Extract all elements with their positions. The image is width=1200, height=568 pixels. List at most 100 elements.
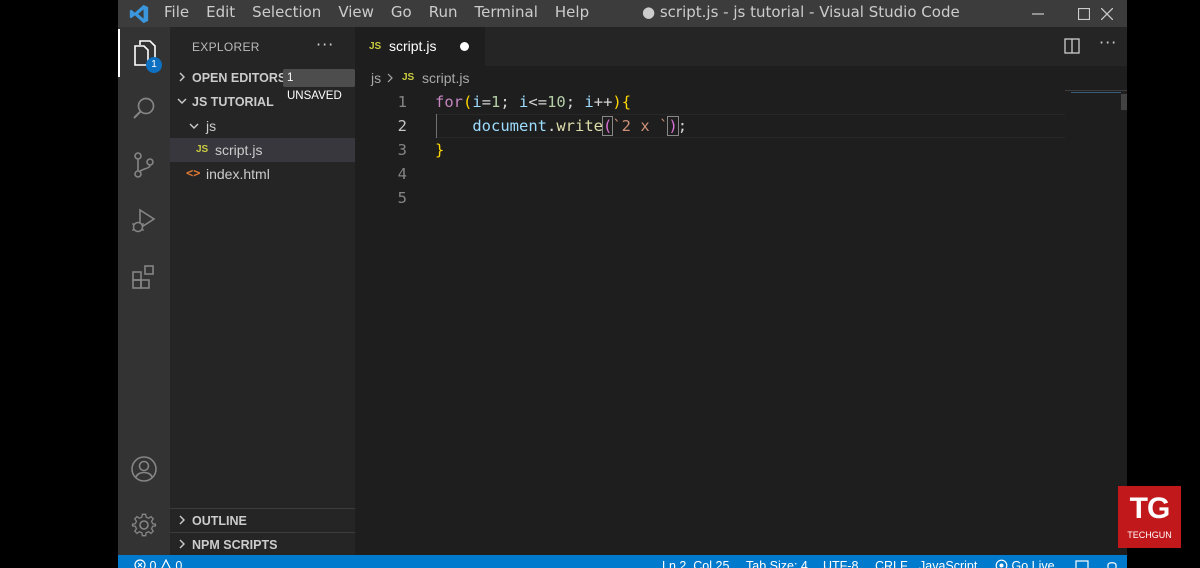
- menu-file[interactable]: File: [164, 3, 189, 21]
- npm-scripts-label: NPM SCRIPTS: [192, 538, 278, 552]
- editor-tab-bar: JS script.js ···: [355, 27, 1127, 66]
- menu-bar: File Edit Selection View Go Run Terminal…: [164, 3, 606, 21]
- file-label: index.html: [206, 166, 270, 182]
- vscode-window: File Edit Selection View Go Run Terminal…: [118, 0, 1127, 568]
- cursor-position[interactable]: Ln 2, Col 25: [662, 559, 729, 568]
- code-editor[interactable]: 1 2 3 4 5 for(i=1; i<=10; i++){ document…: [355, 90, 1127, 555]
- run-debug-icon: [132, 208, 156, 233]
- close-button[interactable]: [1087, 0, 1127, 27]
- activity-settings[interactable]: [118, 501, 170, 549]
- menu-go[interactable]: Go: [391, 3, 412, 21]
- error-count: 0: [149, 559, 157, 568]
- activity-search[interactable]: [118, 85, 170, 133]
- split-editor-icon[interactable]: [1064, 38, 1080, 54]
- techgun-logo: TG TECHGUN: [1118, 486, 1181, 548]
- warning-count: 0: [175, 559, 183, 568]
- tab-size[interactable]: Tab Size: 4: [746, 559, 808, 568]
- tree-file-index-html[interactable]: <> index.html: [170, 162, 355, 186]
- problems-status[interactable]: 0 0: [134, 558, 183, 568]
- activity-account[interactable]: [118, 445, 170, 493]
- tab-label: script.js: [389, 38, 437, 54]
- html-file-icon: <>: [186, 166, 201, 180]
- workspace-label: JS TUTORIAL: [192, 95, 274, 109]
- npm-scripts-section[interactable]: NPM SCRIPTS: [170, 533, 355, 557]
- settings-gear-icon: [131, 513, 157, 537]
- breadcrumb-file[interactable]: script.js: [422, 70, 469, 86]
- error-icon: [134, 559, 146, 568]
- breadcrumb: js JS script.js: [355, 66, 1127, 90]
- chevron-right-icon: [179, 72, 185, 82]
- line-ending[interactable]: CRLF: [875, 559, 908, 568]
- logo-main-text: TG: [1129, 492, 1171, 525]
- explorer-title: EXPLORER: [192, 40, 260, 54]
- minimize-button[interactable]: [1015, 0, 1061, 27]
- warning-icon: [161, 558, 171, 568]
- unsaved-dot-icon[interactable]: [460, 42, 469, 51]
- status-bar: 0 0 Ln 2, Col 25 Tab Size: 4 UTF-8 CRLF …: [118, 555, 1127, 568]
- close-icon: [1101, 7, 1113, 20]
- title-bar: File Edit Selection View Go Run Terminal…: [118, 0, 1127, 27]
- open-editors-section[interactable]: OPEN EDITORS 1 UNSAVED: [170, 66, 355, 102]
- logo-sub-text: TECHGUN: [1127, 530, 1172, 540]
- language-mode[interactable]: JavaScript: [919, 559, 977, 568]
- outline-label: OUTLINE: [192, 514, 247, 528]
- outline-section[interactable]: OUTLINE: [170, 509, 355, 533]
- window-title: ● script.js - js tutorial - Visual Studi…: [642, 3, 960, 21]
- chevron-down-icon: [177, 98, 187, 104]
- extensions-icon: [132, 265, 154, 289]
- line-number: 3: [397, 141, 407, 159]
- menu-run[interactable]: Run: [429, 3, 458, 21]
- feedback-icon[interactable]: [1075, 559, 1089, 568]
- source-control-icon: [134, 152, 154, 178]
- activity-extensions[interactable]: [118, 253, 170, 301]
- folder-label: js: [206, 118, 217, 134]
- account-icon: [131, 456, 157, 482]
- js-file-icon: JS: [402, 72, 415, 83]
- js-file-icon: JS: [196, 144, 209, 155]
- explorer-sidebar: EXPLORER ··· OPEN EDITORS 1 UNSAVED JS T…: [170, 27, 355, 555]
- line-number: 2: [397, 117, 407, 135]
- go-live-label: Go Live: [1011, 559, 1055, 568]
- more-actions-button[interactable]: ···: [1099, 33, 1117, 52]
- explorer-more-actions-button[interactable]: ···: [316, 35, 334, 54]
- search-icon: [133, 97, 155, 119]
- tab-script-js[interactable]: JS script.js: [355, 27, 485, 66]
- chevron-down-icon: [189, 123, 199, 129]
- divider: [1065, 90, 1127, 91]
- line-number: 1: [397, 93, 407, 111]
- activity-run-debug[interactable]: [118, 197, 170, 245]
- chevron-right-icon: [179, 539, 185, 549]
- menu-selection[interactable]: Selection: [252, 3, 321, 21]
- chevron-right-icon: [179, 515, 185, 525]
- activity-bar: 1: [118, 27, 170, 555]
- code-line-1: for(i=1; i<=10; i++){: [435, 93, 632, 111]
- minimize-icon: [1032, 12, 1044, 15]
- broadcast-icon: [995, 559, 1008, 568]
- letterbox-right: [1127, 0, 1200, 568]
- line-number: 5: [397, 189, 407, 207]
- code-line-2: document.write(`2 x `);: [472, 116, 688, 136]
- file-label: script.js: [215, 142, 263, 158]
- workspace-section[interactable]: JS TUTORIAL: [170, 90, 355, 114]
- vscode-logo-icon[interactable]: [128, 3, 150, 25]
- menu-terminal[interactable]: Terminal: [475, 3, 538, 21]
- menu-edit[interactable]: Edit: [206, 3, 235, 21]
- line-number: 4: [397, 165, 407, 183]
- vertical-scrollbar[interactable]: [1121, 94, 1127, 110]
- tree-file-script-js[interactable]: JS script.js: [170, 138, 355, 162]
- go-live-button[interactable]: Go Live: [995, 559, 1055, 568]
- unsaved-badge: 1 UNSAVED: [283, 69, 355, 102]
- js-file-icon: JS: [369, 41, 382, 52]
- encoding[interactable]: UTF-8: [823, 559, 858, 568]
- letterbox-left: [0, 0, 118, 568]
- menu-help[interactable]: Help: [555, 3, 589, 21]
- breadcrumb-folder[interactable]: js: [371, 70, 381, 86]
- minimap[interactable]: [1071, 92, 1121, 93]
- notifications-bell-icon[interactable]: [1105, 559, 1119, 568]
- tree-folder-js[interactable]: js: [170, 114, 355, 138]
- activity-source-control[interactable]: [118, 141, 170, 189]
- chevron-right-icon: [387, 73, 393, 83]
- menu-view[interactable]: View: [338, 3, 374, 21]
- code-line-3: }: [435, 141, 445, 159]
- activity-explorer[interactable]: 1: [118, 29, 170, 77]
